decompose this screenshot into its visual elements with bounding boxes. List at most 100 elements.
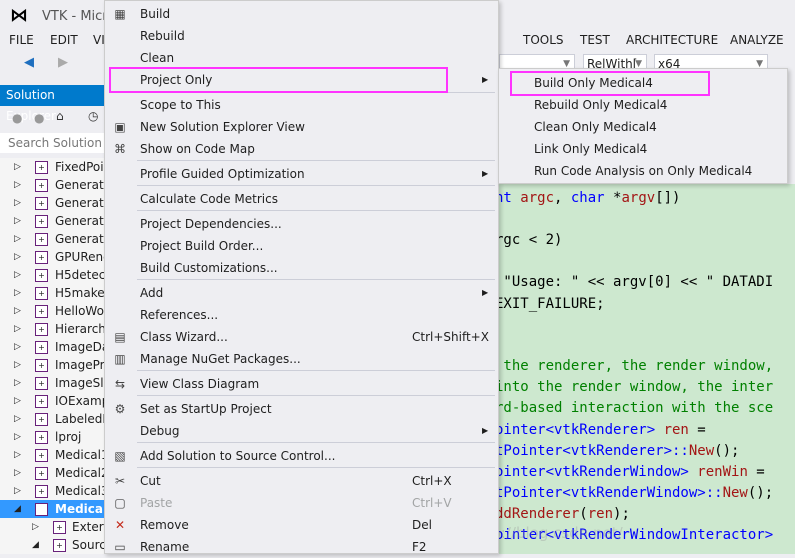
menu-item-label: Calculate Code Metrics	[140, 192, 278, 206]
menu-item-remove[interactable]: ✕ Remove Del	[105, 514, 498, 536]
menu-item-new-solution-explorer-view[interactable]: ▣ New Solution Explorer View	[105, 116, 498, 138]
forward-icon[interactable]: ●	[34, 111, 44, 125]
expand-arrow-icon[interactable]: ▷	[14, 356, 21, 374]
forward-icon[interactable]: ▶	[58, 55, 68, 70]
expand-arrow-icon[interactable]: ▷	[14, 374, 21, 392]
menu-edit[interactable]: EDIT	[50, 33, 78, 47]
expand-arrow-icon[interactable]: ▷	[14, 194, 21, 212]
back-icon[interactable]: ●	[12, 111, 22, 125]
expand-arrow-icon[interactable]: ▷	[14, 320, 21, 338]
expand-arrow-icon[interactable]: ▷	[14, 338, 21, 356]
menu-item-view-class-diagram[interactable]: ⇆ View Class Diagram	[105, 373, 498, 395]
expand-arrow-icon[interactable]: ▷	[14, 302, 21, 320]
expand-arrow-icon[interactable]: ▷	[14, 266, 21, 284]
expand-arrow-icon[interactable]: ▷	[14, 428, 21, 446]
expand-arrow-icon[interactable]: ▷	[14, 392, 21, 410]
tree-item[interactable]: ▷ + LabeledM	[0, 410, 104, 428]
expand-arrow-icon[interactable]: ▷	[14, 284, 21, 302]
tree-item[interactable]: ◢ + Medical4	[0, 500, 104, 518]
menu-item-class-wizard[interactable]: ▤ Class Wizard... Ctrl+Shift+X	[105, 326, 498, 348]
expand-arrow-icon[interactable]: ▷	[14, 212, 21, 230]
expand-arrow-icon[interactable]: ▷	[14, 446, 21, 464]
tree-item[interactable]: ▷ + Extern	[0, 518, 104, 536]
submenu-item-0[interactable]: Build Only Medical4	[534, 72, 653, 94]
project-icon: +	[35, 323, 48, 336]
code-editor[interactable]: nt argc, char *argv[]) rgc < 2) "Usage: "…	[495, 184, 795, 554]
menu-item-debug[interactable]: Debug ▶	[105, 420, 498, 442]
tree-item[interactable]: ▷ + Generate	[0, 230, 104, 248]
expand-arrow-icon[interactable]: ▷	[14, 158, 21, 176]
menu-item-paste[interactable]: ▢ Paste Ctrl+V	[105, 492, 498, 514]
tree-item[interactable]: ▷ + Hierarchi	[0, 320, 104, 338]
menu-item-calculate-code-metrics[interactable]: Calculate Code Metrics	[105, 188, 498, 210]
tree-item-label: Medical4	[55, 502, 104, 516]
menu-architecture[interactable]: ARCHITECTURE	[626, 33, 718, 47]
tree-item[interactable]: ▷ + ImageDat	[0, 338, 104, 356]
menu-item-label: Profile Guided Optimization	[140, 167, 305, 181]
menu-test[interactable]: TEST	[580, 33, 610, 47]
expand-arrow-icon[interactable]: ▷	[14, 230, 21, 248]
tree-item[interactable]: ▷ + Medical1	[0, 446, 104, 464]
tree-item[interactable]: ▷ + ImageSlic	[0, 374, 104, 392]
tree-item[interactable]: ◢ + Sourc	[0, 536, 104, 554]
menu-item-profile-guided-optimization[interactable]: Profile Guided Optimization ▶	[105, 163, 498, 185]
tree-item[interactable]: ▷ + GPURend	[0, 248, 104, 266]
menu-item-manage-nuget-packages[interactable]: ▥ Manage NuGet Packages...	[105, 348, 498, 370]
menu-view[interactable]: VI	[93, 33, 105, 47]
expand-arrow-icon[interactable]: ▷	[14, 464, 21, 482]
submenu-item-4[interactable]: Run Code Analysis on Only Medical4	[534, 160, 752, 182]
menu-item-build[interactable]: ▦ Build	[105, 3, 498, 25]
submenu-item-3[interactable]: Link Only Medical4	[534, 138, 647, 160]
menu-item-project-build-order[interactable]: Project Build Order...	[105, 235, 498, 257]
expand-arrow-icon[interactable]: ▷	[14, 410, 21, 428]
tree-item[interactable]: ▷ + ImagePro	[0, 356, 104, 374]
tree-item-label: ImageDat	[55, 340, 104, 354]
menu-item-rebuild[interactable]: Rebuild	[105, 25, 498, 47]
code-token: "Usage: " << argv[0] << " DATADI	[495, 274, 774, 290]
tree-item[interactable]: ▷ + Medical3	[0, 482, 104, 500]
project-icon: +	[35, 413, 48, 426]
solution-explorer-search-input[interactable]: Search Solution Ex	[0, 133, 104, 153]
menu-item-project-dependencies[interactable]: Project Dependencies...	[105, 213, 498, 235]
menu-item-references[interactable]: References...	[105, 304, 498, 326]
menu-item-build-customizations[interactable]: Build Customizations...	[105, 257, 498, 279]
tree-item[interactable]: ▷ + IOExampl	[0, 392, 104, 410]
menu-tools[interactable]: TOOLS	[523, 33, 564, 47]
tree-item[interactable]: ▷ + Medical2	[0, 464, 104, 482]
home-icon[interactable]: ⌂	[56, 109, 64, 123]
code-line: rgc < 2)	[495, 232, 562, 248]
menu-item-cut[interactable]: ✂ Cut Ctrl+X	[105, 470, 498, 492]
pending-changes-icon[interactable]: ◷	[88, 109, 98, 123]
tree-item[interactable]: ▷ + HelloWor	[0, 302, 104, 320]
menu-item-clean[interactable]: Clean	[105, 47, 498, 69]
tree-item-label: HelloWor	[55, 304, 104, 318]
submenu-item-2[interactable]: Clean Only Medical4	[534, 116, 657, 138]
tree-item-label: Medical1	[55, 448, 104, 462]
menu-item-add[interactable]: Add ▶	[105, 282, 498, 304]
menu-analyze[interactable]: ANALYZE	[730, 33, 784, 47]
expand-arrow-icon[interactable]: ▷	[14, 248, 21, 266]
menu-item-show-on-code-map[interactable]: ⌘ Show on Code Map	[105, 138, 498, 160]
expand-arrow-icon[interactable]: ▷	[32, 518, 39, 536]
collapse-arrow-icon[interactable]: ◢	[14, 500, 21, 518]
tree-item[interactable]: ▷ + H5detect	[0, 266, 104, 284]
tree-item[interactable]: ▷ + Generate	[0, 176, 104, 194]
menu-item-project-only[interactable]: Project Only ▶	[105, 69, 498, 91]
expand-arrow-icon[interactable]: ▷	[14, 482, 21, 500]
tree-item[interactable]: ▷ + Generate	[0, 212, 104, 230]
tree-item[interactable]: ▷ + lproj	[0, 428, 104, 446]
menu-file[interactable]: FILE	[9, 33, 34, 47]
menu-item-scope-to-this[interactable]: Scope to This	[105, 94, 498, 116]
tree-item[interactable]: ▷ + FixedPoin	[0, 158, 104, 176]
shortcut-label: F2	[412, 540, 427, 554]
menu-item-rename[interactable]: ▭ Rename F2	[105, 536, 498, 558]
menu-item-add-solution-to-source-control[interactable]: ▧ Add Solution to Source Control...	[105, 445, 498, 467]
expand-arrow-icon[interactable]: ▷	[14, 176, 21, 194]
tree-item-label: ImageSlic	[55, 376, 104, 390]
collapse-arrow-icon[interactable]: ◢	[32, 536, 39, 554]
menu-item-set-as-startup-project[interactable]: ⚙ Set as StartUp Project	[105, 398, 498, 420]
tree-item[interactable]: ▷ + Generate	[0, 194, 104, 212]
back-icon[interactable]: ◀	[24, 55, 34, 70]
tree-item[interactable]: ▷ + H5make_	[0, 284, 104, 302]
submenu-item-1[interactable]: Rebuild Only Medical4	[534, 94, 667, 116]
